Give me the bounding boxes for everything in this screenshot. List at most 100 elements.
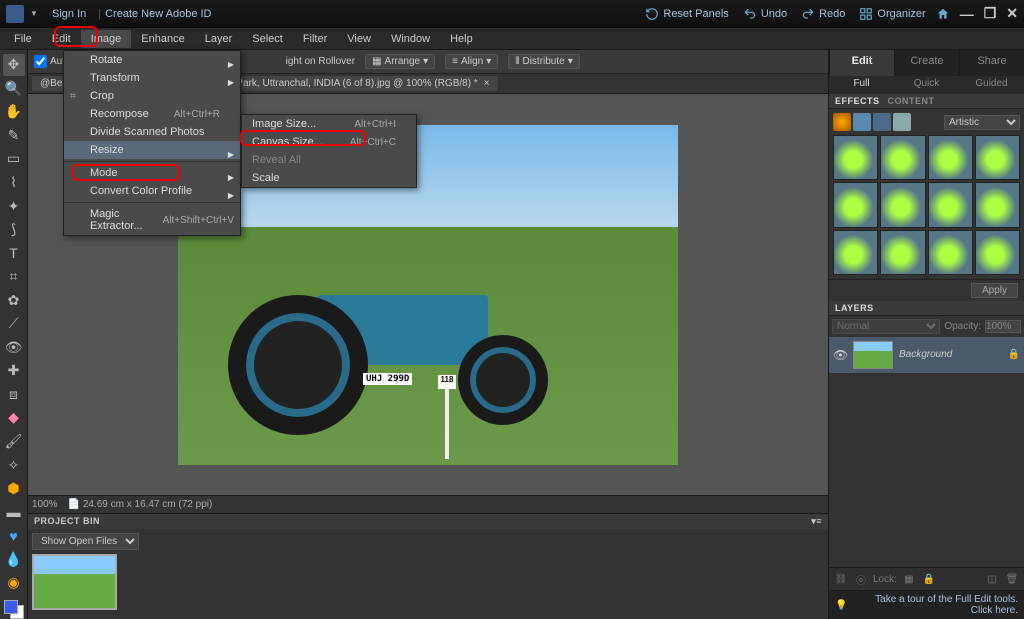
menu-help[interactable]: Help [440, 30, 483, 48]
menu-enhance[interactable]: Enhance [131, 30, 194, 48]
redo-button[interactable]: Redo [801, 7, 845, 21]
quick-select-tool[interactable]: ⟆ [3, 219, 25, 241]
color-swatches[interactable] [4, 600, 24, 619]
link-layers-icon[interactable]: ⛓ [833, 571, 849, 587]
panel-menu-icon[interactable]: ▾≡ [811, 516, 822, 527]
effect-thumb[interactable] [833, 230, 878, 275]
reset-panels-button[interactable]: Reset Panels [645, 7, 728, 21]
smart-brush-tool[interactable]: ✧ [3, 454, 25, 476]
healing-tool[interactable]: ✚ [3, 360, 25, 382]
magic-wand-tool[interactable]: ✦ [3, 195, 25, 217]
bucket-tool[interactable]: ⬢ [3, 478, 25, 500]
zoom-tool[interactable]: 🔍 [3, 78, 25, 100]
effect-thumb[interactable] [833, 182, 878, 227]
type-tool[interactable]: T [3, 242, 25, 264]
menu-item-crop[interactable]: ⌗Crop [64, 87, 240, 105]
visibility-icon[interactable]: 👁 [833, 348, 847, 362]
menu-item-resize[interactable]: Resize [64, 141, 240, 159]
redeye-tool[interactable]: 👁 [3, 337, 25, 359]
opacity-input[interactable] [985, 320, 1021, 333]
subtab-full[interactable]: Full [829, 76, 894, 94]
lock-trans-icon[interactable]: ▦ [901, 571, 917, 587]
effects-tab[interactable]: EFFECTS [835, 96, 880, 106]
styles-category-icon[interactable] [853, 113, 871, 131]
eyedropper-tool[interactable]: ✎ [3, 125, 25, 147]
apply-button[interactable]: Apply [971, 283, 1018, 298]
arrange-dropdown[interactable]: ▦ Arrange ▾ [365, 54, 435, 69]
lock-all-icon[interactable]: 🔒 [921, 571, 937, 587]
menu-item-recompose[interactable]: RecomposeAlt+Ctrl+R [64, 105, 240, 123]
menu-item-transform[interactable]: Transform [64, 69, 240, 87]
subtab-quick[interactable]: Quick [894, 76, 959, 94]
close-tab-icon[interactable]: × [484, 78, 490, 89]
menu-window[interactable]: Window [381, 30, 440, 48]
menu-item-scale[interactable]: Scale [242, 169, 416, 187]
effect-thumb[interactable] [928, 135, 973, 180]
tour-hint[interactable]: 💡Take a tour of the Full Edit tools. Cli… [829, 590, 1024, 619]
blend-mode-dropdown[interactable]: Normal [832, 319, 940, 334]
hand-tool[interactable]: ✋ [3, 101, 25, 123]
fx-icon[interactable]: ⓞ [853, 571, 869, 587]
effect-thumb[interactable] [975, 135, 1020, 180]
brush-tool[interactable]: 🖌 [3, 431, 25, 453]
new-layer-icon[interactable]: ◫ [984, 571, 1000, 587]
gradient-tool[interactable]: ▬ [3, 501, 25, 523]
effect-thumb[interactable] [880, 182, 925, 227]
menu-item-magic-extractor[interactable]: Magic Extractor...Alt+Shift+Ctrl+V [64, 205, 240, 235]
align-dropdown[interactable]: ≡ Align ▾ [445, 54, 498, 69]
shape-tool[interactable]: ♥ [3, 525, 25, 547]
tab-share[interactable]: Share [959, 50, 1024, 76]
effect-thumb[interactable] [928, 230, 973, 275]
menu-item-convert[interactable]: Convert Color Profile [64, 182, 240, 200]
effects-filter-dropdown[interactable]: Artistic [944, 115, 1020, 130]
marquee-tool[interactable]: ▭ [3, 148, 25, 170]
blur-tool[interactable]: 💧 [3, 548, 25, 570]
effect-thumb[interactable] [880, 230, 925, 275]
clone-tool[interactable]: ⧈ [3, 384, 25, 406]
layer-name[interactable]: Background [899, 349, 1002, 360]
lasso-tool[interactable]: ⌇ [3, 172, 25, 194]
tab-edit[interactable]: Edit [829, 50, 894, 76]
home-icon[interactable] [936, 7, 950, 21]
all-category-icon[interactable] [893, 113, 911, 131]
layer-thumbnail[interactable] [853, 341, 893, 369]
layers-tab[interactable]: LAYERS [835, 303, 874, 313]
move-tool[interactable]: ✥ [3, 54, 25, 76]
undo-button[interactable]: Undo [743, 7, 787, 21]
sign-in-link[interactable]: Sign In [52, 8, 86, 20]
subtab-guided[interactable]: Guided [959, 76, 1024, 94]
menu-filter[interactable]: Filter [293, 30, 337, 48]
project-bin-filter[interactable]: Show Open Files [32, 533, 139, 550]
app-menu-chevron-icon[interactable]: ▼ [28, 8, 40, 20]
effects-category-icon[interactable] [873, 113, 891, 131]
layer-row[interactable]: 👁 Background 🔒 [829, 337, 1024, 373]
rollover-checkbox[interactable]: ight on Rollover [286, 56, 355, 67]
straighten-tool[interactable]: ⟋ [3, 313, 25, 335]
eraser-tool[interactable]: ◆ [3, 407, 25, 429]
effect-thumb[interactable] [975, 230, 1020, 275]
menu-item-rotate[interactable]: Rotate [64, 51, 240, 69]
tab-create[interactable]: Create [894, 50, 959, 76]
minimize-button[interactable]: — [960, 6, 974, 22]
effect-thumb[interactable] [928, 182, 973, 227]
cookie-cutter-tool[interactable]: ✿ [3, 289, 25, 311]
organizer-button[interactable]: Organizer [859, 7, 925, 21]
zoom-level[interactable]: 100% [32, 499, 58, 510]
delete-layer-icon[interactable]: 🗑 [1004, 571, 1020, 587]
menu-select[interactable]: Select [242, 30, 293, 48]
close-button[interactable]: ✕ [1006, 5, 1018, 22]
content-tab[interactable]: CONTENT [888, 96, 935, 106]
menu-item-divide[interactable]: Divide Scanned Photos [64, 123, 240, 141]
crop-tool[interactable]: ⌗ [3, 266, 25, 288]
maximize-button[interactable]: ❐ [984, 5, 997, 22]
effect-thumb[interactable] [880, 135, 925, 180]
sponge-tool[interactable]: ◉ [3, 572, 25, 594]
menu-file[interactable]: File [4, 30, 42, 48]
filters-category-icon[interactable] [833, 113, 851, 131]
project-bin-thumbnail[interactable] [32, 554, 117, 610]
menu-layer[interactable]: Layer [195, 30, 243, 48]
distribute-dropdown[interactable]: ⫴ Distribute ▾ [508, 54, 579, 69]
effect-thumb[interactable] [833, 135, 878, 180]
effect-thumb[interactable] [975, 182, 1020, 227]
menu-view[interactable]: View [337, 30, 381, 48]
